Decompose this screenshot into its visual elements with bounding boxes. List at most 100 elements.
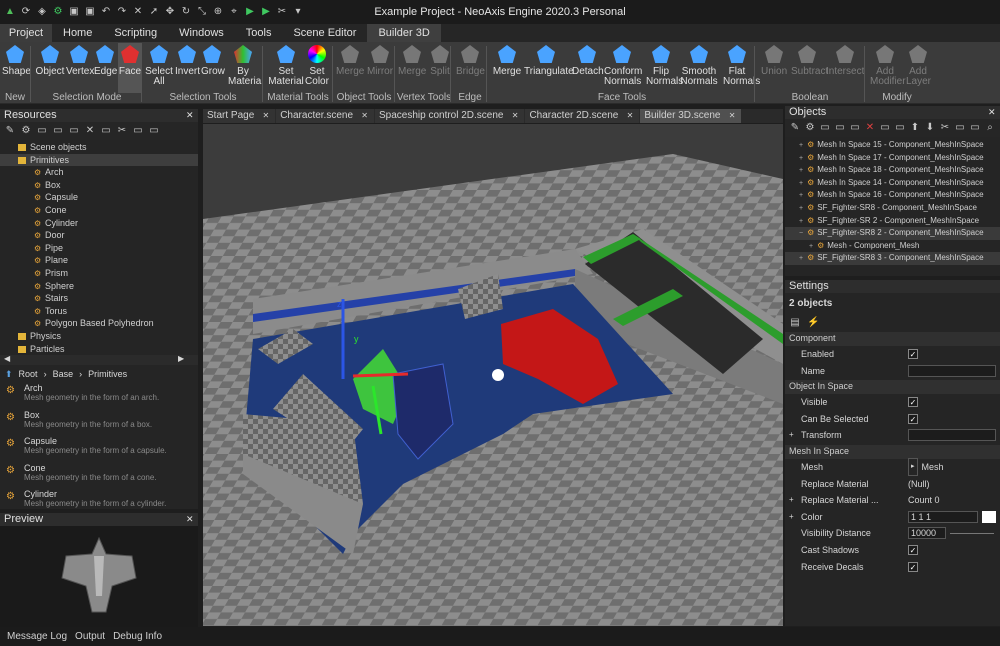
expand-icon[interactable]: −: [799, 230, 803, 237]
resource-item[interactable]: ⚙ Stairs: [0, 292, 198, 305]
paste-icon[interactable]: ▭: [148, 125, 160, 137]
cast-shadows-checkbox[interactable]: ✓: [908, 544, 918, 555]
close-tab-icon[interactable]: ✕: [510, 111, 519, 120]
subtract-button[interactable]: Subtract: [791, 43, 828, 93]
new-folder-icon[interactable]: ▭: [36, 125, 48, 137]
breadcrumb-primitives[interactable]: Primitives: [88, 369, 127, 380]
resource-item[interactable]: Physics: [0, 330, 198, 343]
tools-icon[interactable]: ✎: [789, 122, 801, 134]
receive-decals-checkbox[interactable]: ✓: [908, 561, 918, 572]
tab-scene-editor[interactable]: Scene Editor: [282, 24, 367, 42]
properties-icon[interactable]: ▤: [789, 317, 801, 329]
object-row[interactable]: + ⚙ Mesh In Space 16 - Component_MeshInSpa…: [785, 189, 1000, 202]
list-item[interactable]: ⚙ Cone Mesh geometry in the form of a cone…: [0, 463, 198, 490]
object-button[interactable]: Object: [35, 43, 65, 93]
delete-icon[interactable]: ✕: [84, 125, 96, 137]
face-button[interactable]: Face: [118, 43, 142, 93]
close-icon[interactable]: ✕: [186, 513, 194, 526]
message-log-tab[interactable]: Message Log: [7, 627, 67, 646]
visibility-distance-input[interactable]: 10000: [908, 527, 946, 540]
add-icon[interactable]: ▭: [834, 122, 846, 134]
clone-icon[interactable]: ▭: [894, 122, 906, 134]
close-tab-icon[interactable]: ✕: [359, 111, 368, 120]
expand-icon[interactable]: +: [799, 192, 803, 199]
expand-icon[interactable]: +: [799, 218, 803, 225]
expand-icon[interactable]: +: [799, 155, 803, 162]
resource-item[interactable]: Scene objects: [0, 141, 198, 154]
resource-item[interactable]: ⚙ Cone: [0, 204, 198, 217]
shape-button[interactable]: Shape: [2, 43, 31, 93]
invert-button[interactable]: Invert: [175, 43, 200, 93]
list-item[interactable]: ⚙ Box Mesh geometry in the form of a box.: [0, 410, 198, 437]
doc-tab[interactable]: Builder 3D.scene ✕: [640, 109, 742, 123]
expand-icon[interactable]: +: [799, 180, 803, 187]
detach-button[interactable]: Detach: [572, 43, 604, 93]
resource-item[interactable]: Particles: [0, 343, 198, 356]
expand-icon[interactable]: +: [789, 427, 794, 443]
scene-render[interactable]: z y: [203, 124, 783, 626]
resource-item[interactable]: ⚙ Cylinder: [0, 217, 198, 230]
tab-home[interactable]: Home: [52, 24, 103, 42]
split-button[interactable]: Split: [428, 43, 452, 93]
resource-item[interactable]: ⚙ Sphere: [0, 280, 198, 293]
expand-icon[interactable]: +: [809, 243, 813, 250]
delete-icon[interactable]: ✕: [864, 122, 876, 134]
merge-vertices-button[interactable]: Merge: [398, 43, 426, 93]
scroll-left-icon[interactable]: ◀: [4, 354, 10, 363]
resource-item[interactable]: ⚙ Arch: [0, 166, 198, 179]
list-item[interactable]: ⚙ Capsule Mesh geometry in the form of a c…: [0, 436, 198, 463]
mesh-value[interactable]: Mesh: [922, 459, 944, 475]
expand-icon[interactable]: +: [799, 255, 803, 262]
conform-normals-button[interactable]: Conform Normals: [604, 43, 642, 93]
resource-item[interactable]: ⚙ Polygon Based Polyhedron: [0, 317, 198, 330]
resource-item[interactable]: ⚙ Pipe: [0, 242, 198, 255]
horizontal-scrollbar[interactable]: ◀ ▶: [0, 354, 198, 365]
expand-icon[interactable]: +: [789, 492, 794, 508]
move-up-icon[interactable]: ⬆: [909, 122, 921, 134]
union-button[interactable]: Union: [761, 43, 787, 93]
resource-item[interactable]: ⚙ Door: [0, 229, 198, 242]
mesh-browse-button[interactable]: ▸: [908, 457, 918, 476]
add-modifier-button[interactable]: Add Modifier: [870, 43, 906, 93]
smooth-normals-button[interactable]: Smooth Normals: [680, 43, 718, 93]
close-tab-icon[interactable]: ✕: [260, 111, 269, 120]
object-row[interactable]: − ⚙ SF_Fighter-SR8 2 - Component_MeshInSpa…: [785, 227, 1000, 240]
flip-normals-button[interactable]: Flip Normals: [646, 43, 683, 93]
copy-icon[interactable]: ▭: [954, 122, 966, 134]
expand-icon[interactable]: +: [799, 167, 803, 174]
doc-tab[interactable]: Spaceship control 2D.scene ✕: [374, 109, 525, 123]
tab-scripting[interactable]: Scripting: [103, 24, 168, 42]
object-row[interactable]: + ⚙ SF_Fighter-SR8 3 - Component_MeshInSpa…: [785, 252, 1000, 265]
tab-tools[interactable]: Tools: [235, 24, 283, 42]
options-icon[interactable]: ⚙: [804, 122, 816, 134]
merge-faces-button[interactable]: Merge: [492, 43, 522, 93]
replace-material-value[interactable]: (Null): [908, 476, 930, 492]
import-icon[interactable]: ▭: [68, 125, 80, 137]
tools-icon[interactable]: ✎: [4, 125, 16, 137]
color-swatch[interactable]: [982, 510, 996, 523]
folder-icon[interactable]: ▭: [849, 122, 861, 134]
list-item[interactable]: ⚙ Arch Mesh geometry in the form of an arc…: [0, 383, 198, 410]
copy-icon[interactable]: ▭: [132, 125, 144, 137]
doc-tab[interactable]: Character 2D.scene ✕: [525, 109, 640, 123]
grow-button[interactable]: Grow: [201, 43, 225, 93]
by-material-button[interactable]: By Material: [228, 43, 264, 93]
resource-item[interactable]: ⚙ Prism: [0, 267, 198, 280]
set-color-button[interactable]: Set Color: [303, 43, 331, 93]
breadcrumb-base[interactable]: Base: [53, 369, 74, 380]
visible-checkbox[interactable]: ✓: [908, 397, 918, 408]
doc-tab[interactable]: Start Page ✕: [203, 109, 276, 123]
color-input[interactable]: 1 1 1: [908, 510, 978, 523]
expand-icon[interactable]: +: [799, 142, 803, 149]
rename-icon[interactable]: ▭: [879, 122, 891, 134]
tab-windows[interactable]: Windows: [168, 24, 235, 42]
select-all-button[interactable]: Select All: [145, 43, 173, 93]
close-icon[interactable]: ✕: [186, 109, 194, 122]
merge-objects-button[interactable]: Merge: [336, 43, 364, 93]
object-row[interactable]: + ⚙ SF_Fighter-SR8 - Component_MeshInSpace: [785, 202, 1000, 215]
object-row[interactable]: + ⚙ Mesh In Space 18 - Component_MeshInSpa…: [785, 164, 1000, 177]
bridge-button[interactable]: Bridge: [456, 43, 485, 93]
doc-tab[interactable]: Character.scene ✕: [276, 109, 374, 123]
new-object-icon[interactable]: ▭: [819, 122, 831, 134]
triangulate-button[interactable]: Triangulate: [524, 43, 574, 93]
